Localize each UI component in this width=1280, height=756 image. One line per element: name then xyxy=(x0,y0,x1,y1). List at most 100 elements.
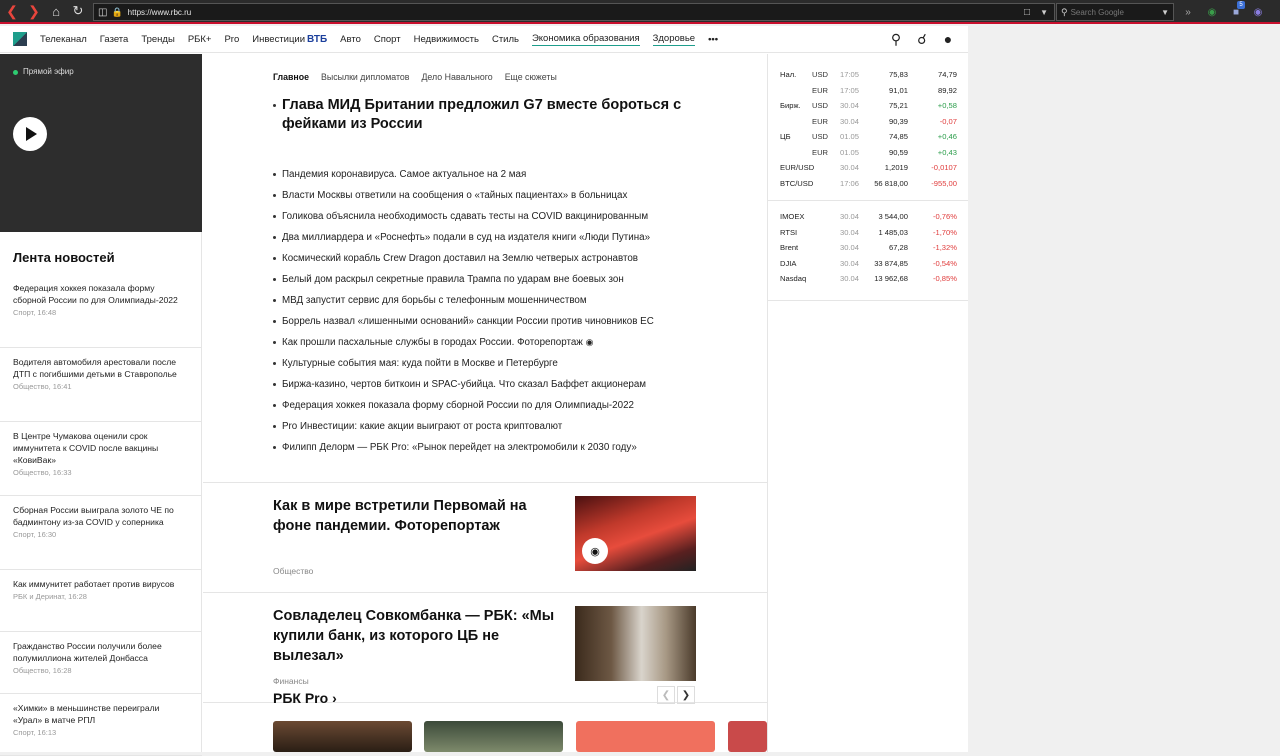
home-icon[interactable]: ⌂ xyxy=(46,1,66,21)
extension-arrow-icon[interactable]: » xyxy=(1180,4,1196,20)
play-icon[interactable] xyxy=(13,117,47,151)
currency-rates: Нал. USD 17:05 75,83 74,79 EUR 17:05 91,01 89,9… xyxy=(780,70,958,194)
pro-thumbnail[interactable] xyxy=(273,721,412,752)
sovcombank-photo[interactable] xyxy=(575,606,696,681)
feed-item-title[interactable]: В Центре Чумакова оценили срок иммунитет… xyxy=(13,430,189,466)
list-item[interactable]: «Химки» в меньшинстве переиграли «Урал» … xyxy=(0,694,202,756)
news-card[interactable]: Совладелец Совкомбанка — РБК: «Мы купили… xyxy=(273,606,698,686)
more-icon[interactable]: ••• xyxy=(708,34,718,45)
headline-item[interactable]: Пандемия коронавируса. Самое актуальное … xyxy=(273,168,713,181)
pro-thumbnail[interactable] xyxy=(424,721,563,752)
feed-item-title[interactable]: Гражданство России получили более полуми… xyxy=(13,640,189,664)
nav-item-newspaper[interactable]: Газета xyxy=(100,34,129,45)
extension-badge-count: 5 xyxy=(1237,1,1245,9)
feed-item-title[interactable]: Федерация хоккея показала форму сборной … xyxy=(13,282,189,306)
rate-currency: USD xyxy=(812,101,829,110)
feed-item-title[interactable]: Как иммунитет работает против вирусов xyxy=(13,578,189,590)
headline-item[interactable]: Биржа-казино, чертов биткоин и SPAC-убий… xyxy=(273,378,713,391)
may-day-photo[interactable]: ◉ xyxy=(575,496,696,571)
nav-item-health[interactable]: Здоровье xyxy=(652,33,696,46)
list-item[interactable]: Гражданство России получили более полуми… xyxy=(0,632,202,694)
feed-item-title[interactable]: «Химки» в меньшинстве переиграли «Урал» … xyxy=(13,702,189,726)
feed-item-meta: Спорт, 16:48 xyxy=(13,308,57,317)
nav-item-realty[interactable]: Недвижимость xyxy=(414,34,479,45)
nav-item-auto[interactable]: Авто xyxy=(340,34,361,45)
list-item[interactable]: В Центре Чумакова оценили срок иммунитет… xyxy=(0,422,202,496)
rbc-logo[interactable] xyxy=(13,32,27,46)
extension-shield-icon[interactable]: ◉ xyxy=(1204,4,1220,20)
rate-row: Бирж. USD 30.04 75,21 +0,58 xyxy=(780,101,958,117)
rate-label: Нал. xyxy=(780,70,797,79)
headline-item[interactable]: Культурные события мая: куда пойти в Мос… xyxy=(273,357,713,370)
browser-toolbar: ❮ ❯ ⌂ ↻ ◫ 🔒 https://www.rbc.ru □ ▼ ⚲ Sea… xyxy=(0,0,1280,24)
headline-item[interactable]: МВД запустит сервис для борьбы с телефон… xyxy=(273,294,713,307)
bullet-icon xyxy=(273,320,276,323)
headline-item[interactable]: Pro Инвестиции: какие акции выиграют от … xyxy=(273,420,713,433)
back-icon[interactable]: ❮ xyxy=(2,1,22,21)
feed-item-title[interactable]: Сборная России выиграла золото ЧЕ по бад… xyxy=(13,504,189,528)
index-row: Nasdaq 30.04 13 962,68 -0,85% xyxy=(780,274,958,290)
headline-item[interactable]: Боррель назвал «лишенными оснований» сан… xyxy=(273,315,713,328)
news-card[interactable]: Как в мире встретили Первомай на фоне па… xyxy=(273,496,698,576)
rate-label: Бирж. xyxy=(780,101,801,110)
rate-change: 89,92 xyxy=(937,85,957,95)
headline-item[interactable]: Два миллиардера и «Роснефть» подали в су… xyxy=(273,231,713,244)
bookmark-icon[interactable]: □ xyxy=(1024,7,1030,18)
tab-diplomat-expulsions[interactable]: Высылки дипломатов xyxy=(321,72,409,82)
nav-item-investments[interactable]: Инвестиции ВТБ xyxy=(252,34,327,45)
forward-icon[interactable]: ❯ xyxy=(24,1,44,21)
nav-item-trends[interactable]: Тренды xyxy=(141,34,174,45)
nav-item-style[interactable]: Стиль xyxy=(492,34,519,45)
carousel-next-button[interactable]: ❯ xyxy=(677,686,695,704)
list-item[interactable]: Как иммунитет работает против вирусов РБК… xyxy=(0,570,202,632)
nav-item-pro[interactable]: Pro xyxy=(224,34,239,45)
list-item[interactable]: Водителя автомобиля арестовали после ДТП… xyxy=(0,348,202,422)
nav-item-sport[interactable]: Спорт xyxy=(374,34,401,45)
index-value: 3 544,00 xyxy=(878,212,908,221)
index-change: -0,85% xyxy=(932,274,957,283)
search-input[interactable]: ⚲ Search Google ▼ xyxy=(1056,3,1174,21)
tab-main[interactable]: Главное xyxy=(273,72,309,82)
headline-item[interactable]: Филипп Делорм — РБК Pro: «Рынок перейдет… xyxy=(273,441,713,454)
address-bar[interactable]: ◫ 🔒 https://www.rbc.ru □ ▼ xyxy=(93,3,1055,21)
chevron-down-icon[interactable]: ▼ xyxy=(1161,8,1169,17)
nav-item-tv[interactable]: Телеканал xyxy=(40,34,87,45)
search-icon: ⚲ xyxy=(1061,6,1068,17)
card-title[interactable]: Совладелец Совкомбанка — РБК: «Мы купили… xyxy=(273,606,563,666)
headline-text: Как прошли пасхальные службы в городах Р… xyxy=(282,337,583,348)
tab-navalny-case[interactable]: Дело Навального xyxy=(421,72,492,82)
headline-item[interactable]: Власти Москвы ответили на сообщения о «т… xyxy=(273,189,713,202)
main-content: Главное Высылки дипломатов Дело Навально… xyxy=(203,54,767,752)
headline-item[interactable]: Федерация хоккея показала форму сборной … xyxy=(273,399,713,412)
extension-globe-icon[interactable]: ◉ xyxy=(1250,4,1266,20)
nav-item-education-economy[interactable]: Экономика образования xyxy=(531,33,640,46)
headline-item[interactable]: Голикова объяснила необходимость сдавать… xyxy=(273,210,713,223)
card-title[interactable]: Как в мире встретили Первомай на фоне па… xyxy=(273,496,563,536)
list-item[interactable]: Федерация хоккея показала форму сборной … xyxy=(0,274,202,348)
reload-icon[interactable]: ↻ xyxy=(68,1,88,21)
pro-thumbnail[interactable] xyxy=(728,721,767,752)
headline-item[interactable]: Как прошли пасхальные службы в городах Р… xyxy=(273,336,713,349)
carousel-prev-button[interactable]: ❮ xyxy=(657,686,675,704)
pro-thumbnail[interactable] xyxy=(576,721,715,752)
headline-item[interactable]: Космический корабль Crew Dragon доставил… xyxy=(273,252,713,265)
live-broadcast-player[interactable]: Прямой эфир xyxy=(0,54,202,232)
chevron-down-icon[interactable]: ▼ xyxy=(1040,8,1048,17)
feed-item-title[interactable]: Водителя автомобиля арестовали после ДТП… xyxy=(13,356,189,380)
location-pin-icon[interactable]: ⚲ xyxy=(888,31,904,48)
main-headline[interactable]: Глава МИД Британии предложил G7 вместе б… xyxy=(273,96,693,134)
feed-item-meta: РБК и Деринат, 16:28 xyxy=(13,592,87,601)
rbc-pro-heading[interactable]: РБК Pro › xyxy=(273,690,337,706)
rate-value: 75,83 xyxy=(888,70,908,79)
user-icon[interactable]: ● xyxy=(940,31,956,48)
nav-item-rbc-plus[interactable]: РБК+ xyxy=(188,34,212,45)
tab-more-stories[interactable]: Еще сюжеты xyxy=(505,72,557,82)
headline-item[interactable]: Белый дом раскрыл секретные правила Трам… xyxy=(273,273,713,286)
rate-value: 90,39 xyxy=(888,116,908,126)
index-value: 1 485,03 xyxy=(878,227,908,237)
list-item[interactable]: Сборная России выиграла золото ЧЕ по бад… xyxy=(0,496,202,570)
search-icon[interactable]: ☌ xyxy=(914,31,930,48)
index-row: DJIA 30.04 33 874,85 -0,54% xyxy=(780,259,958,275)
bullet-icon xyxy=(273,341,276,344)
rate-currency: EUR xyxy=(812,85,829,95)
